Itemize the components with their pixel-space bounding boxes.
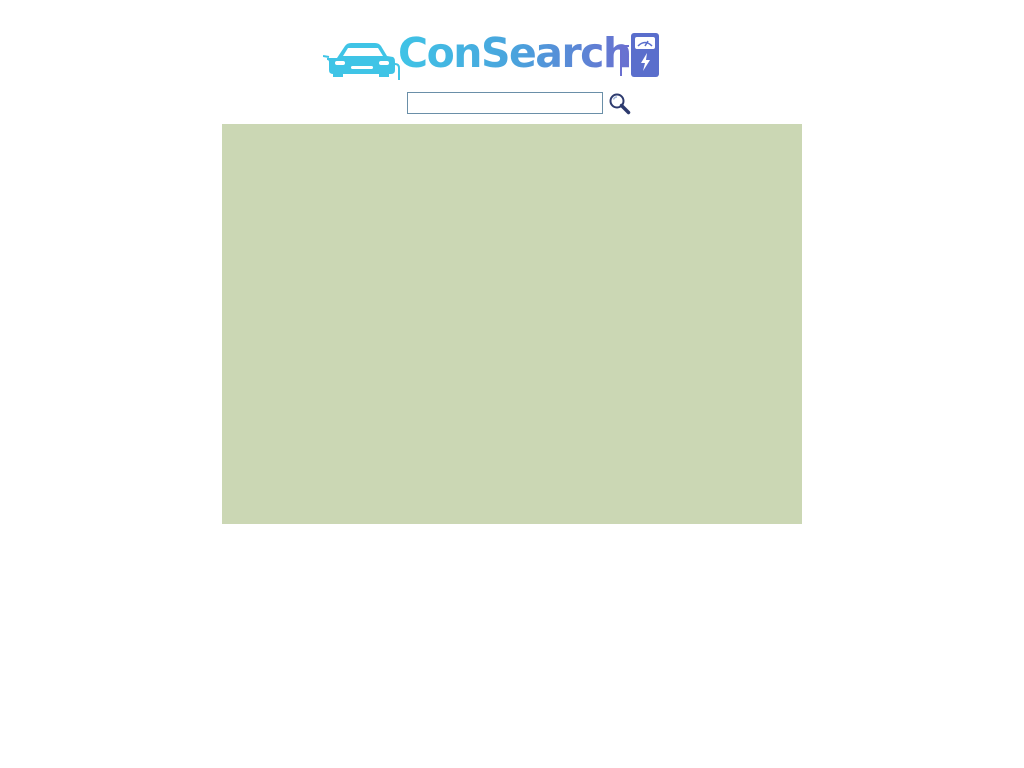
logo-text: ConSearch (398, 29, 632, 77)
charging-station-icon (620, 33, 659, 77)
magnifier-icon (609, 93, 631, 115)
car-icon (323, 43, 400, 80)
page: ConSearch (0, 0, 1024, 768)
content-panel (222, 124, 802, 524)
search-input[interactable] (407, 92, 603, 114)
search-button[interactable] (608, 92, 632, 116)
site-logo[interactable]: ConSearch (323, 29, 665, 80)
